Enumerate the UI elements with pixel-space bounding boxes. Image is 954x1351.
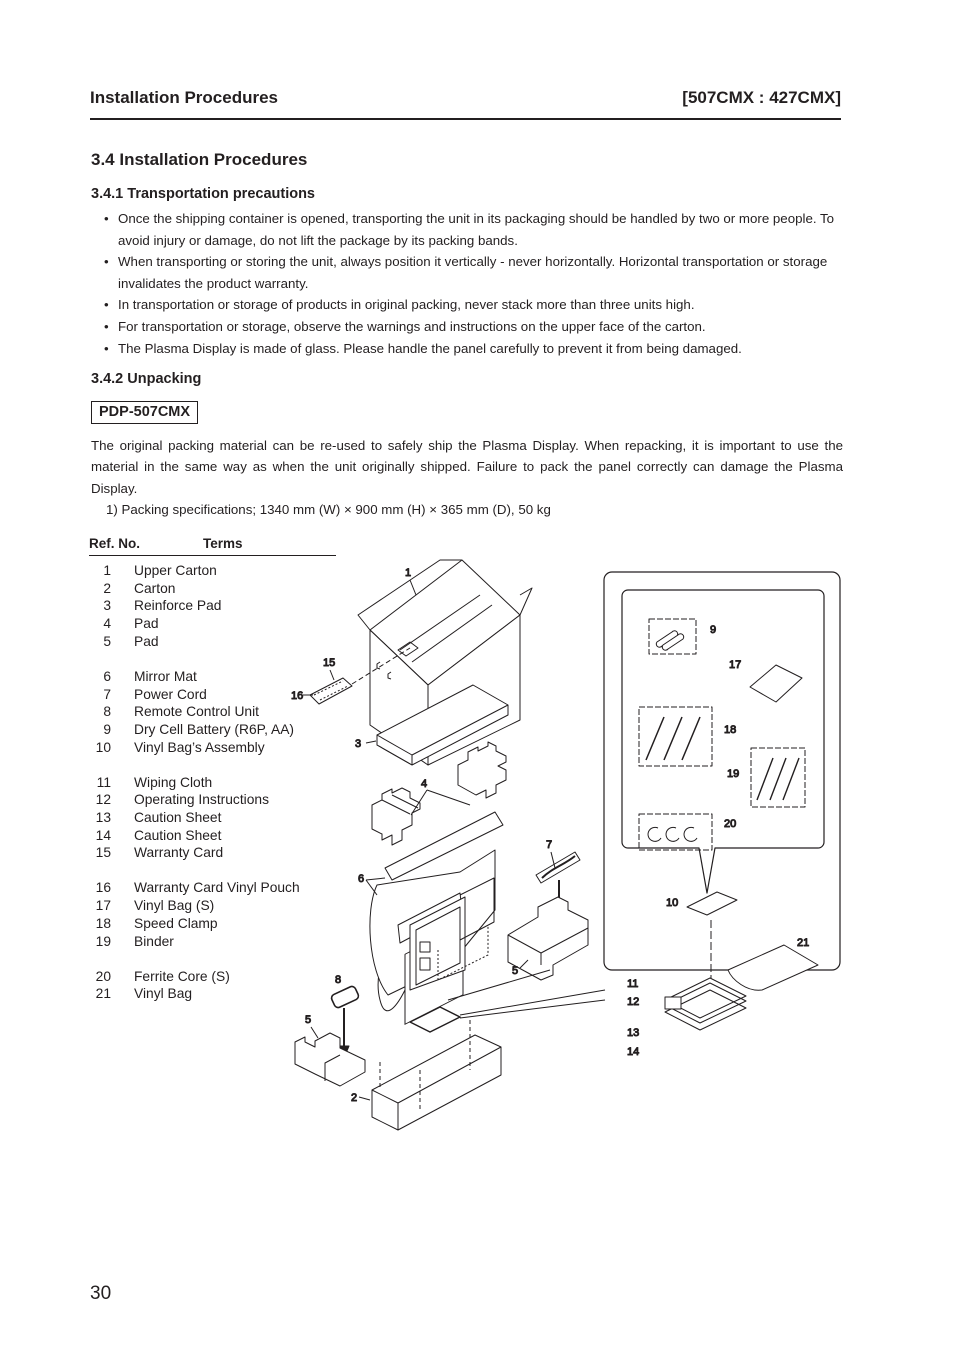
callout-18: 18 xyxy=(724,724,736,736)
battery-drawing xyxy=(655,630,685,651)
callout-7: 7 xyxy=(546,839,552,851)
callout-2: 2 xyxy=(351,1092,357,1104)
callout-16: 16 xyxy=(291,690,303,702)
ref-term: Vinyl Bag xyxy=(134,986,193,1002)
ref-term: Reinforce Pad xyxy=(134,598,222,614)
header-title: Installation Procedures xyxy=(90,88,278,107)
ref-number: 20 xyxy=(95,968,111,984)
callout-12: 12 xyxy=(627,996,639,1008)
transportation-heading: 3.4.1 Transportation precautions xyxy=(91,186,315,202)
speed-clamp-box xyxy=(638,706,713,767)
ref-number: 6 xyxy=(103,668,111,684)
mirror-mat-panel-drawing xyxy=(369,811,504,1025)
transportation-bullets: Once the shipping container is opened, t… xyxy=(100,208,845,359)
callout-9: 9 xyxy=(710,624,716,636)
ref-term: Pad xyxy=(134,633,159,649)
ref-number: 10 xyxy=(95,739,111,755)
section-title: 3.4 Installation Procedures xyxy=(91,150,308,169)
header-model: [507CMX : 427CMX] xyxy=(682,88,841,107)
ref-number: 4 xyxy=(103,616,111,632)
callout-19: 19 xyxy=(727,768,739,780)
page-header: Installation Procedures [507CMX : 427CMX… xyxy=(90,88,841,120)
ref-number: 2 xyxy=(103,580,111,596)
callout-17: 17 xyxy=(729,659,741,671)
ref-term: Remote Control Unit xyxy=(134,704,259,720)
vinyl-bag-small-drawing xyxy=(749,664,803,703)
callout-1: 1 xyxy=(405,567,411,579)
ref-number: 21 xyxy=(95,986,111,1002)
ref-number: 9 xyxy=(103,721,111,737)
ref-number: 13 xyxy=(95,810,111,826)
ref-term: Mirror Mat xyxy=(134,668,197,684)
callout-6: 6 xyxy=(358,873,364,885)
col-terms: Terms xyxy=(203,536,243,551)
ref-number: 19 xyxy=(95,933,111,949)
ref-term: Ferrite Core (S) xyxy=(134,968,230,984)
ref-number: 5 xyxy=(103,633,111,649)
ref-number: 17 xyxy=(95,898,111,914)
ref-number: 3 xyxy=(103,598,111,614)
ref-number: 15 xyxy=(95,845,111,861)
ref-term: Caution Sheet xyxy=(134,810,222,826)
bullet-item: In transportation or storage of products… xyxy=(100,294,845,316)
callout-11: 11 xyxy=(627,978,638,990)
ref-term: Dry Cell Battery (R6P, AA) xyxy=(134,721,294,737)
ref-number: 8 xyxy=(103,704,111,720)
carton-drawing xyxy=(371,1020,502,1131)
ref-term: Vinyl Bag (S) xyxy=(134,898,215,914)
vinyl-bag-assembly-drawing xyxy=(686,891,738,916)
ref-term: Vinyl Bag’s Assembly xyxy=(134,739,265,755)
callout-5b: 5 xyxy=(305,1014,311,1026)
vinyl-bag-drawing xyxy=(727,944,819,991)
callout-4: 4 xyxy=(421,778,427,790)
ref-term: Carton xyxy=(134,580,176,596)
ref-term: Upper Carton xyxy=(134,563,217,578)
ref-term: Power Cord xyxy=(134,686,207,702)
ref-term: Operating Instructions xyxy=(134,792,269,808)
ref-number: 18 xyxy=(95,915,111,931)
model-label-box: PDP-507CMX xyxy=(91,401,199,424)
unpacking-diagram: 1 15 16 3 4 6 7 5 8 5 2 9 17 18 19 20 10… xyxy=(291,559,841,1131)
ref-number: 7 xyxy=(103,686,111,702)
col-ref-no: Ref. No. xyxy=(89,536,141,551)
unpacking-paragraph: The original packing material can be re-… xyxy=(91,438,843,496)
bullet-item: The Plasma Display is made of glass. Ple… xyxy=(100,338,845,360)
page-number: 30 xyxy=(90,1283,112,1304)
ref-term: Wiping Cloth xyxy=(134,774,213,790)
vinyl-bag-callout-bubble xyxy=(621,589,825,894)
bullet-item: For transportation or storage, observe t… xyxy=(100,316,845,338)
ref-number: 12 xyxy=(95,792,111,808)
bullet-item: Once the shipping container is opened, t… xyxy=(100,208,845,251)
ref-term: Warranty Card xyxy=(134,845,224,861)
callout-13: 13 xyxy=(627,1027,639,1039)
bullet-item: When transporting or storing the unit, a… xyxy=(100,251,845,294)
ref-term: Caution Sheet xyxy=(134,827,222,843)
callout-5a: 5 xyxy=(512,965,518,977)
callout-10: 10 xyxy=(666,897,678,909)
callout-3: 3 xyxy=(355,738,361,750)
speed-clamp-drawing xyxy=(645,716,701,761)
binder-drawing xyxy=(756,757,800,801)
callout-14: 14 xyxy=(627,1046,639,1058)
packing-spec: 1) Packing specifications; 1340 mm (W) ×… xyxy=(106,502,551,517)
ref-term: Warranty Card Vinyl Pouch xyxy=(134,880,300,896)
callout-15: 15 xyxy=(323,657,335,669)
documents-stack-drawing xyxy=(664,977,747,1031)
callout-21: 21 xyxy=(797,937,809,949)
ferrite-core-box xyxy=(638,813,713,851)
callout-20: 20 xyxy=(724,818,736,830)
ref-number: 1 xyxy=(103,563,111,578)
ref-term: Binder xyxy=(134,933,174,949)
ref-number: 14 xyxy=(95,827,111,843)
ref-number: 11 xyxy=(96,774,111,790)
unpacking-heading: 3.4.2 Unpacking xyxy=(91,371,202,387)
ferrite-core-drawing xyxy=(647,826,698,842)
ref-term: Speed Clamp xyxy=(134,915,218,931)
ref-term: Pad xyxy=(134,616,159,632)
callout-8: 8 xyxy=(335,974,341,986)
pad-5-left-drawing xyxy=(294,1032,366,1087)
ref-number: 16 xyxy=(95,880,111,896)
